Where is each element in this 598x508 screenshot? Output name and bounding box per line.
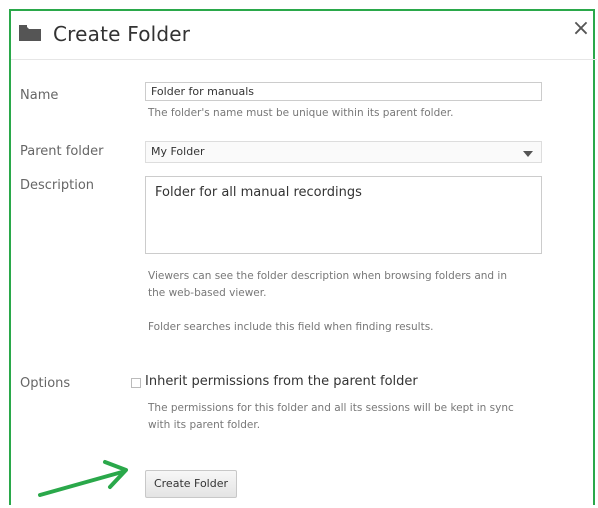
parent-folder-value: My Folder	[151, 145, 205, 158]
dialog-title: Create Folder	[53, 22, 191, 46]
inherit-permissions-checkbox[interactable]	[131, 378, 141, 388]
dropdown-arrow-icon	[523, 151, 533, 157]
dialog-body: Name Folder for manuals The folder's nam…	[11, 59, 597, 508]
name-input[interactable]: Folder for manuals	[145, 82, 542, 101]
description-help-1: Viewers can see the folder description w…	[148, 270, 507, 282]
parent-folder-select[interactable]: My Folder	[145, 141, 542, 163]
inherit-permissions-label[interactable]: Inherit permissions from the parent fold…	[145, 374, 418, 389]
folder-icon	[19, 25, 41, 41]
dialog-titlebar: Create Folder ×	[11, 11, 593, 59]
inherit-help-2: with its parent folder.	[148, 419, 261, 431]
parent-folder-label: Parent folder	[20, 144, 104, 159]
close-icon[interactable]: ×	[569, 17, 593, 41]
description-help-2: the web-based viewer.	[148, 287, 267, 299]
create-folder-dialog: Create Folder × Name Folder for manuals …	[9, 9, 597, 508]
description-label: Description	[20, 178, 95, 193]
name-label: Name	[20, 88, 59, 103]
options-label: Options	[20, 376, 71, 391]
inherit-help-1: The permissions for this folder and all …	[148, 402, 514, 414]
name-help: The folder's name must be unique within …	[148, 107, 454, 119]
create-folder-button[interactable]: Create Folder	[145, 470, 237, 498]
description-help-3: Folder searches include this field when …	[148, 321, 434, 333]
description-textarea[interactable]: Folder for all manual recordings	[145, 176, 542, 254]
